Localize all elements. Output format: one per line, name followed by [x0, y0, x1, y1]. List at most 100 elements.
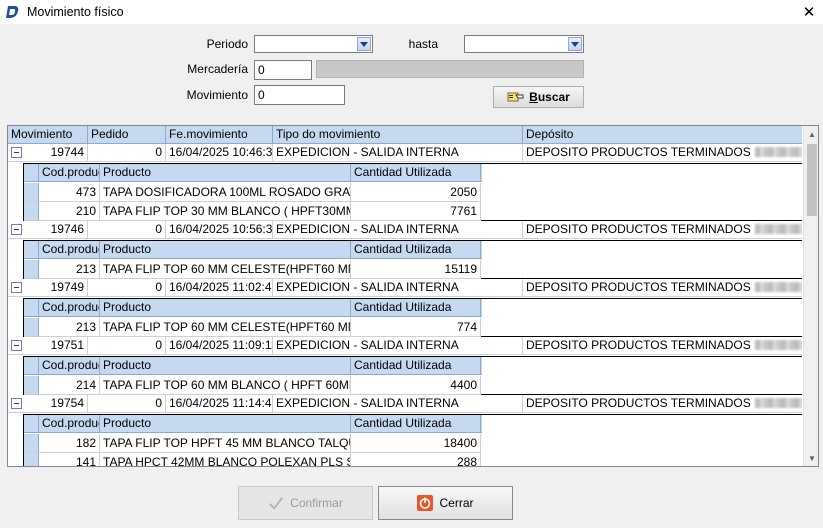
cell-movimiento-text: 19751 — [50, 338, 84, 352]
cell-movimiento-text: 19749 — [50, 280, 84, 294]
buscar-button[interactable]: Buscar — [493, 86, 584, 108]
col-cantidad-utilizada[interactable]: Cantidad Utilizada — [351, 357, 481, 375]
cell-fecha: 16/04/2025 11:02:43 — [166, 279, 273, 297]
col-cantidad-utilizada[interactable]: Cantidad Utilizada — [351, 164, 481, 182]
scroll-thumb[interactable] — [807, 144, 817, 216]
cell-tipo-text: EXPEDICION - SALIDA INTERNA — [276, 280, 459, 294]
col-movimiento[interactable]: Movimiento — [8, 126, 88, 143]
items-subgrid[interactable]: Cod.productProductoCantidad Utilizada473… — [23, 163, 802, 221]
cell-deposito: DEPOSITO PRODUCTOS TERMINADOS — [523, 144, 802, 162]
col-tipo-movimiento[interactable]: Tipo do movimiento — [273, 126, 523, 143]
col-cantidad-utilizada[interactable]: Cantidad Utilizada — [351, 415, 481, 433]
cell-pedido-text: 0 — [155, 222, 162, 236]
periodo-from-select[interactable] — [254, 35, 373, 53]
cerrar-button[interactable]: Cerrar — [378, 486, 513, 520]
buscar-label: Buscar — [529, 90, 570, 104]
cell-producto: TAPA FLIP TOP 60 MM CELESTE(HPFT60 MM O — [100, 318, 351, 337]
close-button[interactable]: ✕ — [795, 0, 823, 24]
collapse-icon[interactable] — [11, 340, 22, 351]
row-selector[interactable] — [24, 183, 39, 202]
col-cantidad-utilizada[interactable]: Cantidad Utilizada — [351, 241, 481, 259]
cell-cantidad: 7761 — [351, 202, 481, 221]
col-cod-product[interactable]: Cod.product — [39, 241, 100, 259]
collapse-icon[interactable] — [11, 224, 22, 235]
cell-deposito-text: DEPOSITO PRODUCTOS TERMINADOS — [526, 338, 751, 352]
grid-header: Movimiento Pedido Fe.movimiento Tipo do … — [8, 126, 802, 144]
items-subgrid[interactable]: Cod.productProductoCantidad Utilizada182… — [23, 414, 802, 466]
collapse-icon[interactable] — [11, 147, 22, 158]
cell-movimiento: 19746 — [25, 221, 88, 239]
row-selector[interactable] — [24, 453, 39, 466]
cell-movimiento-text: 19746 — [50, 222, 84, 236]
cell-pedido: 0 — [88, 279, 166, 297]
col-cod-product[interactable]: Cod.product — [39, 164, 100, 182]
cell-tipo-text: EXPEDICION - SALIDA INTERNA — [276, 145, 459, 159]
col-pedido[interactable]: Pedido — [88, 126, 166, 143]
col-cod-product[interactable]: Cod.product — [39, 299, 100, 317]
collapse-icon[interactable] — [11, 398, 22, 409]
chevron-down-icon[interactable] — [568, 37, 582, 51]
items-subgrid[interactable]: Cod.productProductoCantidad Utilizada213… — [23, 298, 802, 337]
cell-deposito-text: DEPOSITO PRODUCTOS TERMINADOS — [526, 396, 751, 410]
item-row[interactable]: 182 TAPA FLIP TOP HPFT 45 MM BLANCO TALQU… — [24, 434, 482, 453]
movement-row[interactable]: 19754 0 16/04/2025 11:14:41 EXPEDICION - SA… — [8, 395, 802, 413]
scroll-down-icon[interactable]: ▼ — [804, 450, 818, 466]
collapse-icon[interactable] — [11, 282, 22, 293]
periodo-to-select[interactable] — [464, 35, 584, 53]
cell-pedido-text: 0 — [155, 338, 162, 352]
item-row[interactable]: 213 TAPA FLIP TOP 60 MM CELESTE(HPFT60 MM… — [24, 260, 482, 279]
movement-row[interactable]: 19746 0 16/04/2025 10:56:34 EXPEDICION - SA… — [8, 221, 802, 239]
cerrar-label: Cerrar — [439, 496, 474, 510]
col-producto[interactable]: Producto — [100, 357, 351, 375]
col-cod-product[interactable]: Cod.product — [39, 357, 100, 375]
col-producto[interactable]: Producto — [100, 415, 351, 433]
item-row[interactable]: 473 TAPA DOSIFICADORA 100ML ROSADO GRAVAD… — [24, 183, 482, 202]
subgrid-header: Cod.productProductoCantidad Utilizada — [24, 164, 482, 182]
cell-cod-product: 214 — [39, 376, 100, 395]
confirmar-button[interactable]: Confirmar — [238, 486, 373, 520]
row-selector[interactable] — [24, 260, 39, 279]
col-deposito[interactable]: Depósito — [523, 126, 802, 143]
subgrid-header: Cod.productProductoCantidad Utilizada — [24, 357, 482, 375]
cell-fecha-text: 16/04/2025 11:09:11 — [169, 338, 273, 352]
subgrid-corner — [24, 415, 39, 433]
chevron-down-icon[interactable] — [357, 37, 371, 51]
col-producto[interactable]: Producto — [100, 299, 351, 317]
cell-fecha-text: 16/04/2025 10:46:35 — [169, 145, 273, 159]
mercaderia-description-field — [316, 60, 584, 78]
cell-deposito-text: DEPOSITO PRODUCTOS TERMINADOS — [526, 145, 751, 159]
row-selector[interactable] — [24, 202, 39, 221]
cell-pedido: 0 — [88, 337, 166, 355]
cell-cantidad: 18400 — [351, 434, 481, 453]
movement-row[interactable]: 19751 0 16/04/2025 11:09:11 EXPEDICION - SA… — [8, 337, 802, 355]
scroll-up-icon[interactable]: ▲ — [804, 126, 818, 142]
item-row[interactable]: 213 TAPA FLIP TOP 60 MM CELESTE(HPFT60 MM… — [24, 318, 482, 337]
cell-fecha: 16/04/2025 11:14:41 — [166, 395, 273, 413]
cell-pedido-text: 0 — [155, 145, 162, 159]
col-cod-product[interactable]: Cod.product — [39, 415, 100, 433]
vertical-scrollbar[interactable]: ▲ ▼ — [803, 126, 818, 466]
cell-tipo: EXPEDICION - SALIDA INTERNA — [273, 279, 523, 297]
movements-grid[interactable]: Movimiento Pedido Fe.movimiento Tipo do … — [7, 125, 819, 467]
items-subgrid[interactable]: Cod.productProductoCantidad Utilizada213… — [23, 240, 802, 279]
redacted-text — [754, 282, 802, 292]
row-selector[interactable] — [24, 434, 39, 453]
cell-cod-product: 210 — [39, 202, 100, 221]
mercaderia-input[interactable] — [254, 60, 312, 80]
movement-row[interactable]: 19744 0 16/04/2025 10:46:35 EXPEDICION - SA… — [8, 144, 802, 162]
item-row[interactable]: 210 TAPA FLIP TOP 30 MM BLANCO ( HPFT30MM… — [24, 202, 482, 221]
movimiento-input[interactable] — [254, 85, 345, 105]
cell-deposito-text: DEPOSITO PRODUCTOS TERMINADOS — [526, 222, 751, 236]
row-selector[interactable] — [24, 318, 39, 337]
col-producto[interactable]: Producto — [100, 164, 351, 182]
col-producto[interactable]: Producto — [100, 241, 351, 259]
movement-row[interactable]: 19749 0 16/04/2025 11:02:43 EXPEDICION - SA… — [8, 279, 802, 297]
col-fe-movimiento[interactable]: Fe.movimiento — [166, 126, 273, 143]
row-selector[interactable] — [24, 376, 39, 395]
col-cantidad-utilizada[interactable]: Cantidad Utilizada — [351, 299, 481, 317]
search-hand-icon — [507, 90, 525, 104]
item-row[interactable]: 141TAPA HPCT 42MM BLANCO POLEXAN PLS SOR… — [24, 453, 482, 466]
item-row[interactable]: 214 TAPA FLIP TOP 60 MM BLANCO ( HPFT 60M… — [24, 376, 482, 395]
items-subgrid[interactable]: Cod.productProductoCantidad Utilizada214… — [23, 356, 802, 395]
cell-movimiento: 19744 — [25, 144, 88, 162]
